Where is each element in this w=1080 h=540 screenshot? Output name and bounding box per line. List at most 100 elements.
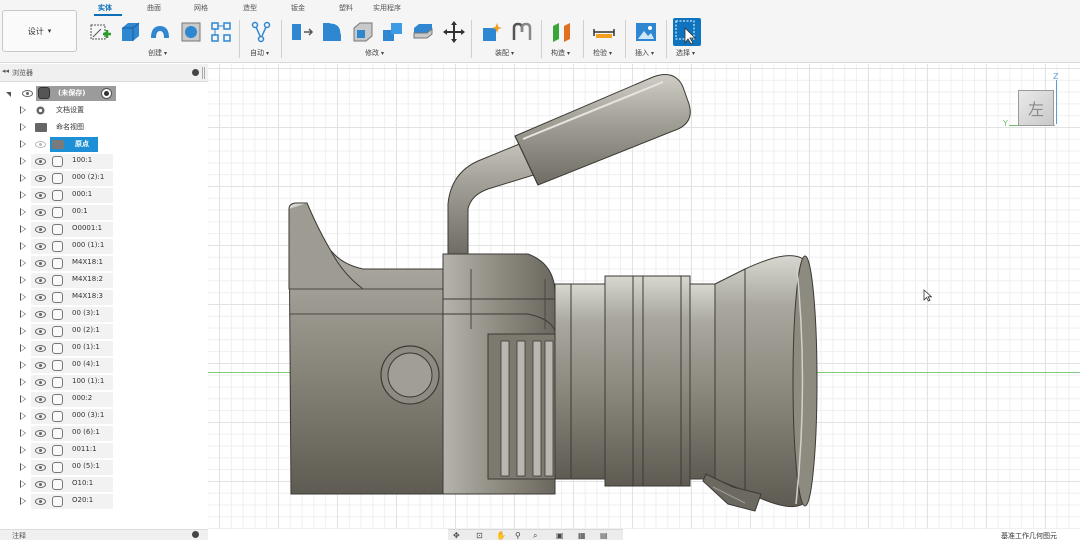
eye-icon[interactable] bbox=[35, 175, 46, 182]
eye-icon[interactable] bbox=[35, 481, 46, 488]
pattern-icon[interactable] bbox=[209, 20, 233, 44]
tab-mesh[interactable]: 网格 bbox=[194, 3, 208, 13]
expand-arrow-icon[interactable] bbox=[20, 123, 26, 131]
tree-item-component[interactable]: 0011:1 bbox=[0, 442, 208, 459]
pan-icon[interactable]: ✋ bbox=[496, 531, 506, 540]
tree-item-component[interactable]: 00 (3):1 bbox=[0, 306, 208, 323]
eye-icon[interactable] bbox=[35, 311, 46, 318]
offset-face-icon[interactable] bbox=[411, 20, 435, 44]
revolve-icon[interactable] bbox=[148, 20, 172, 44]
offset-plane-icon[interactable] bbox=[550, 20, 574, 44]
inspect-group-label[interactable]: 检验 ▾ bbox=[593, 48, 612, 58]
eye-icon[interactable] bbox=[35, 209, 46, 216]
combine-icon[interactable] bbox=[381, 20, 405, 44]
grid-settings-icon[interactable]: ▦ bbox=[578, 531, 587, 540]
expand-arrow-icon[interactable] bbox=[20, 208, 26, 216]
expand-arrow-icon[interactable] bbox=[20, 497, 26, 505]
eye-icon[interactable] bbox=[35, 277, 46, 284]
eye-off-icon[interactable] bbox=[35, 141, 46, 148]
expand-arrow-icon[interactable] bbox=[20, 259, 26, 267]
eye-icon[interactable] bbox=[35, 345, 46, 352]
tree-item-component[interactable]: 00:1 bbox=[0, 204, 208, 221]
look-at-icon[interactable]: ⊡ bbox=[476, 531, 485, 540]
eye-icon[interactable] bbox=[35, 260, 46, 267]
display-settings-icon[interactable]: ▣ bbox=[556, 531, 565, 540]
tree-item-component[interactable]: M4X18:1 bbox=[0, 255, 208, 272]
create-group-label[interactable]: 创建 ▾ bbox=[148, 48, 167, 58]
collapse-panel-icon[interactable]: ◂◂ bbox=[2, 67, 9, 75]
tree-item-component[interactable]: 000 (3):1 bbox=[0, 408, 208, 425]
tree-item-component[interactable]: 100:1 bbox=[0, 153, 208, 170]
tree-item-document-settings[interactable]: 文档设置 bbox=[0, 102, 208, 119]
press-pull-icon[interactable] bbox=[290, 20, 314, 44]
eye-icon[interactable] bbox=[35, 328, 46, 335]
eye-icon[interactable] bbox=[35, 158, 46, 165]
hole-icon[interactable] bbox=[179, 20, 203, 44]
eye-icon[interactable] bbox=[35, 379, 46, 386]
new-component-icon[interactable] bbox=[480, 20, 504, 44]
eye-icon[interactable] bbox=[35, 413, 46, 420]
orbit-icon[interactable]: ✥ bbox=[453, 531, 462, 540]
expand-arrow-icon[interactable] bbox=[20, 395, 26, 403]
zoom-icon[interactable]: ⚲ bbox=[515, 531, 524, 540]
create-sketch-icon[interactable] bbox=[88, 20, 112, 44]
tree-item-named-views[interactable]: 命名视图 bbox=[0, 119, 208, 136]
tab-form[interactable]: 造型 bbox=[243, 3, 257, 13]
modify-group-label[interactable]: 修改 ▾ bbox=[365, 48, 384, 58]
eye-icon[interactable] bbox=[35, 464, 46, 471]
eye-icon[interactable] bbox=[35, 498, 46, 505]
tree-item-component[interactable]: 000:2 bbox=[0, 391, 208, 408]
insert-group-label[interactable]: 插入 ▾ bbox=[635, 48, 654, 58]
expand-arrow-icon[interactable] bbox=[20, 174, 26, 182]
pin-icon[interactable] bbox=[192, 69, 199, 76]
add-comment-icon[interactable] bbox=[192, 531, 199, 538]
expand-arrow-icon[interactable] bbox=[20, 191, 26, 199]
expand-arrow-icon[interactable] bbox=[20, 327, 26, 335]
expand-arrow-icon[interactable] bbox=[20, 225, 26, 233]
expand-arrow-icon[interactable] bbox=[20, 242, 26, 250]
automate-group-label[interactable]: 自动 ▾ bbox=[250, 48, 269, 58]
tree-item-component[interactable]: 00 (1):1 bbox=[0, 340, 208, 357]
expand-arrow-icon[interactable] bbox=[20, 106, 26, 114]
design-canvas[interactable] bbox=[208, 64, 1080, 529]
tree-item-component[interactable]: O0001:1 bbox=[0, 221, 208, 238]
tree-item-component[interactable]: 000 (1):1 bbox=[0, 238, 208, 255]
tree-item-origin[interactable]: 原点 bbox=[0, 136, 208, 153]
expand-arrow-icon[interactable] bbox=[20, 310, 26, 318]
expand-arrow-icon[interactable] bbox=[20, 276, 26, 284]
automate-icon[interactable] bbox=[249, 20, 273, 44]
expand-arrow-icon[interactable] bbox=[20, 463, 26, 471]
eye-icon[interactable] bbox=[35, 430, 46, 437]
tree-item-component[interactable]: 00 (5):1 bbox=[0, 459, 208, 476]
tab-utilities[interactable]: 实用程序 bbox=[373, 3, 401, 13]
tree-item-component[interactable]: 00 (6):1 bbox=[0, 425, 208, 442]
expand-arrow-icon[interactable] bbox=[20, 480, 26, 488]
tree-item-component[interactable]: 100 (1):1 bbox=[0, 374, 208, 391]
expand-arrow-icon[interactable] bbox=[6, 92, 11, 97]
tree-item-component[interactable]: M4X18:2 bbox=[0, 272, 208, 289]
eye-icon[interactable] bbox=[35, 243, 46, 250]
tree-item-component[interactable]: 00 (2):1 bbox=[0, 323, 208, 340]
view-cube[interactable]: 左 Z Y bbox=[1000, 70, 1080, 135]
expand-arrow-icon[interactable] bbox=[20, 378, 26, 386]
insert-image-icon[interactable] bbox=[634, 20, 658, 44]
eye-icon[interactable] bbox=[35, 294, 46, 301]
tree-item-component[interactable]: O20:1 bbox=[0, 493, 208, 510]
measure-icon[interactable] bbox=[592, 20, 616, 44]
construct-group-label[interactable]: 构造 ▾ bbox=[551, 48, 570, 58]
tree-item-component[interactable]: 000 (2):1 bbox=[0, 170, 208, 187]
eye-icon[interactable] bbox=[22, 90, 33, 97]
expand-arrow-icon[interactable] bbox=[20, 361, 26, 369]
activate-radio[interactable] bbox=[101, 88, 112, 99]
tab-solid[interactable]: 实体 bbox=[98, 3, 112, 13]
tree-item-component[interactable]: O10:1 bbox=[0, 476, 208, 493]
expand-arrow-icon[interactable] bbox=[20, 344, 26, 352]
shell-icon[interactable] bbox=[351, 20, 375, 44]
resize-handle[interactable] bbox=[202, 67, 205, 79]
select-tool-button[interactable] bbox=[673, 18, 701, 46]
expand-arrow-icon[interactable] bbox=[20, 412, 26, 420]
tab-sheet-metal[interactable]: 钣金 bbox=[291, 3, 305, 13]
expand-arrow-icon[interactable] bbox=[20, 446, 26, 454]
tree-item-component[interactable]: 00 (4):1 bbox=[0, 357, 208, 374]
tree-item-component[interactable]: 000:1 bbox=[0, 187, 208, 204]
